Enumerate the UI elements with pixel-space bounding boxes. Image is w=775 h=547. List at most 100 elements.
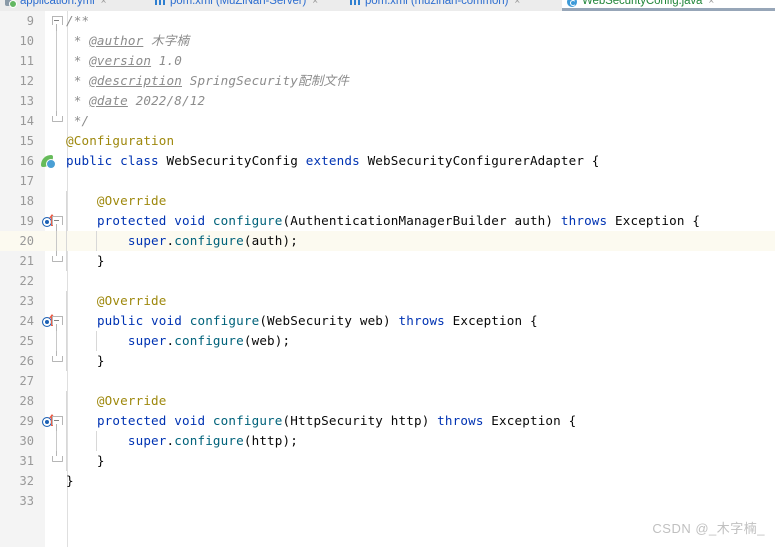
code-text: } [66, 473, 74, 488]
line-number: 26 [19, 354, 34, 368]
code-fold-marker[interactable] [50, 331, 64, 351]
code-line[interactable]: 13 * @date 2022/8/12 [0, 91, 775, 111]
code-line[interactable]: 10 * @author 木字楠 [0, 31, 775, 51]
code-fold-marker[interactable] [50, 31, 64, 51]
code-fold-marker[interactable] [50, 71, 64, 91]
code-line[interactable]: 26 } [0, 351, 775, 371]
code-line[interactable]: 15 @Configuration [0, 131, 775, 151]
line-number: 24 [19, 314, 34, 328]
line-number: 22 [19, 274, 34, 288]
code-text: } [66, 253, 105, 268]
line-number: 16 [19, 154, 34, 168]
code-line[interactable]: 11 * @version 1.0 [0, 51, 775, 71]
code-text: * @date 2022/8/12 [66, 93, 206, 108]
code-text: public class WebSecurityConfig extends W… [66, 153, 600, 168]
code-text: } [66, 453, 105, 468]
code-fold-marker[interactable] [50, 431, 64, 451]
line-number: 13 [19, 94, 34, 108]
code-fold-marker[interactable] [50, 211, 64, 231]
java-class-icon [567, 0, 578, 7]
maven-file-icon [155, 0, 166, 7]
code-text: * @version 1.0 [66, 53, 182, 68]
code-line[interactable]: 14 */ [0, 111, 775, 131]
editor-tab-2[interactable]: pom.xml (muzinan-common) × [345, 0, 551, 11]
code-line[interactable]: 25 super.configure(web); [0, 331, 775, 351]
code-line[interactable]: 19 protected void configure(Authenticati… [0, 211, 775, 231]
code-text: public void configure(WebSecurity web) t… [96, 313, 538, 328]
line-number: 32 [19, 474, 34, 488]
tab-close-icon[interactable]: × [312, 0, 318, 11]
code-line[interactable]: 18 @Override [0, 191, 775, 211]
code-line[interactable]: 31 } [0, 451, 775, 471]
code-line[interactable]: 20 super.configure(auth); [0, 231, 775, 251]
editor-tab-0[interactable]: application.yml × [0, 0, 131, 11]
line-number: 18 [19, 194, 34, 208]
code-fold-marker[interactable] [50, 111, 64, 131]
maven-file-icon [350, 0, 361, 7]
code-fold-marker[interactable] [50, 411, 64, 431]
line-number: 14 [19, 114, 34, 128]
code-line[interactable]: 24 public void configure(WebSecurity web… [0, 311, 775, 331]
line-number: 23 [19, 294, 34, 308]
line-number: 17 [19, 174, 34, 188]
line-number: 21 [19, 254, 34, 268]
line-number: 29 [19, 414, 34, 428]
code-text: * @description SpringSecurity配制文件 [66, 73, 349, 88]
editor-tab-bar: application.yml × pom.xml (MuZiNan-Server)… [0, 0, 775, 11]
code-fold-marker[interactable] [50, 11, 64, 31]
line-number: 9 [26, 14, 34, 28]
code-fold-marker[interactable] [50, 51, 64, 71]
code-fold-marker[interactable] [50, 251, 64, 271]
code-lines[interactable]: 9/** 10 * @author 木字楠 11 * @version 1.0 12 … [0, 11, 775, 511]
line-number: 27 [19, 374, 34, 388]
code-line[interactable]: 29 protected void configure(HttpSecurity… [0, 411, 775, 431]
code-fold-marker[interactable] [50, 91, 64, 111]
tab-close-icon[interactable]: × [101, 0, 107, 11]
code-line[interactable]: 12 * @description SpringSecurity配制文件 [0, 71, 775, 91]
code-line[interactable]: 9 /** [0, 11, 775, 31]
code-text: * @author 木字楠 [66, 33, 190, 48]
code-fold-marker[interactable] [50, 231, 64, 251]
line-number: 12 [19, 74, 34, 88]
code-line[interactable]: 33 [0, 491, 775, 511]
code-text: @Override [66, 393, 167, 408]
code-fold-marker[interactable] [50, 351, 64, 371]
editor-tab-1[interactable]: pom.xml (MuZiNan-Server) × [150, 0, 351, 11]
line-number: 33 [19, 494, 34, 508]
code-line[interactable]: 16 public class WebSecurityConfig extends… [0, 151, 775, 171]
editor-tab-3[interactable]: WebSecurityConfig.java × [562, 0, 775, 11]
code-text: protected void configure(HttpSecurity ht… [96, 413, 577, 428]
code-line[interactable]: 17 [0, 171, 775, 191]
line-number: 11 [19, 54, 34, 68]
code-text: } [66, 353, 105, 368]
line-number: 31 [19, 454, 34, 468]
code-line[interactable]: 21 } [0, 251, 775, 271]
code-editor[interactable]: 9/** 10 * @author 木字楠 11 * @version 1.0 12 … [0, 11, 775, 547]
code-line[interactable]: 30 super.configure(http); [0, 431, 775, 451]
spring-bean-icon[interactable] [40, 151, 60, 171]
yaml-file-icon [5, 0, 17, 8]
code-line[interactable]: 28 @Override [0, 391, 775, 411]
code-line[interactable]: 32} [0, 471, 775, 491]
editor-tab-label: application.yml [20, 0, 95, 7]
code-text: @Override [66, 193, 167, 208]
tab-close-icon[interactable]: × [514, 0, 520, 11]
line-number: 19 [19, 214, 34, 228]
line-number: 20 [19, 234, 34, 248]
line-number: 15 [19, 134, 34, 148]
code-fold-marker[interactable] [50, 451, 64, 471]
code-fold-marker[interactable] [50, 311, 64, 331]
code-text: @Configuration [66, 133, 175, 148]
line-number: 10 [19, 34, 34, 48]
editor-tab-label: pom.xml (MuZiNan-Server) [170, 0, 307, 7]
code-text: protected void configure(AuthenticationM… [96, 213, 701, 228]
code-text: super.configure(auth); [127, 233, 298, 248]
editor-tab-label: pom.xml (muzinan-common) [365, 0, 509, 7]
code-line[interactable]: 23 @Override [0, 291, 775, 311]
code-text: super.configure(web); [127, 333, 291, 348]
code-text: /** [66, 13, 90, 28]
code-line[interactable]: 27 [0, 371, 775, 391]
csdn-watermark: CSDN @_木字楠_ [652, 521, 765, 536]
line-number: 28 [19, 394, 34, 408]
code-line[interactable]: 22 [0, 271, 775, 291]
